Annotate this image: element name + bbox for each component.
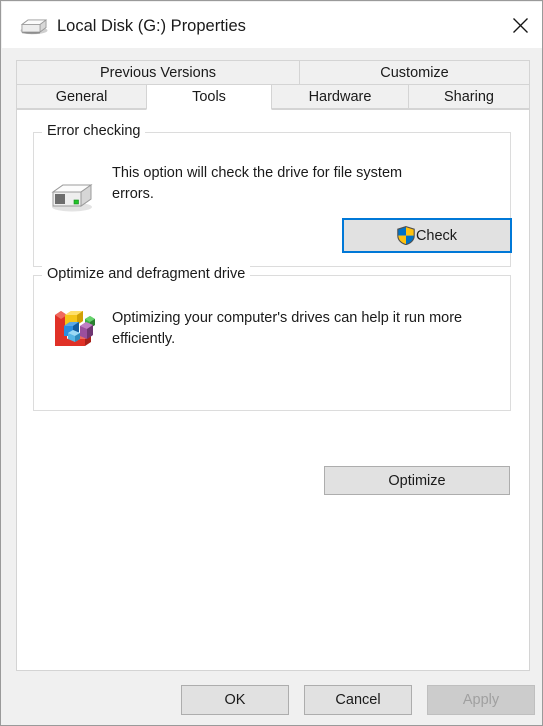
error-checking-description: This option will check the drive for fil… <box>112 165 403 202</box>
optimize-group-label: Optimize and defragment drive <box>42 266 251 282</box>
tab-label: Tools <box>192 89 226 105</box>
tab-label: Sharing <box>444 88 494 105</box>
tab-label: Hardware <box>308 88 372 105</box>
tab-strip: Previous Versions Customize General Tool… <box>16 60 530 110</box>
apply-button-label: Apply <box>462 692 500 708</box>
error-checking-group-label: Error checking <box>42 123 146 139</box>
optimize-defragment-group: Optimize and defragment drive Optimizing… <box>33 266 511 495</box>
cancel-button[interactable]: Cancel <box>304 685 412 715</box>
tab-tools[interactable]: Tools <box>146 84 272 110</box>
tab-label: Customize <box>380 64 449 81</box>
apply-button: Apply <box>427 685 535 715</box>
uac-shield-icon <box>397 226 415 246</box>
defragment-blocks-icon <box>49 305 97 353</box>
tab-hardware[interactable]: Hardware <box>271 84 409 109</box>
check-button[interactable]: Check <box>342 218 512 253</box>
cancel-button-label: Cancel <box>335 692 381 708</box>
tab-row-upper: Previous Versions Customize <box>16 60 530 85</box>
tab-row-lower: General Tools Hardware Sharing <box>16 84 530 110</box>
close-icon <box>512 17 529 34</box>
optimize-button[interactable]: Optimize <box>324 466 510 495</box>
tab-customize[interactable]: Customize <box>299 60 530 85</box>
tab-label: General <box>55 88 108 105</box>
tab-general[interactable]: General <box>16 84 147 109</box>
tab-label: Previous Versions <box>99 64 217 81</box>
tab-previous-versions[interactable]: Previous Versions <box>16 60 300 85</box>
ok-button[interactable]: OK <box>181 685 289 715</box>
close-button[interactable] <box>497 2 542 48</box>
properties-dialog: Local Disk (G:) Properties Previous Vers… <box>0 0 543 726</box>
tab-sharing[interactable]: Sharing <box>408 84 530 109</box>
check-button-label: Check <box>415 227 458 244</box>
hard-disk-icon <box>19 17 49 35</box>
optimize-button-label: Optimize <box>388 472 446 489</box>
hard-disk-icon <box>49 179 95 213</box>
error-checking-group: Error checking This option will check th… <box>33 123 512 267</box>
optimize-description: Optimizing your computer's drives can he… <box>112 310 463 347</box>
title-bar: Local Disk (G:) Properties <box>2 2 542 48</box>
tab-content-panel: Error checking This option will check th… <box>16 109 530 671</box>
window-title: Local Disk (G:) Properties <box>57 17 246 35</box>
ok-button-label: OK <box>224 692 246 708</box>
